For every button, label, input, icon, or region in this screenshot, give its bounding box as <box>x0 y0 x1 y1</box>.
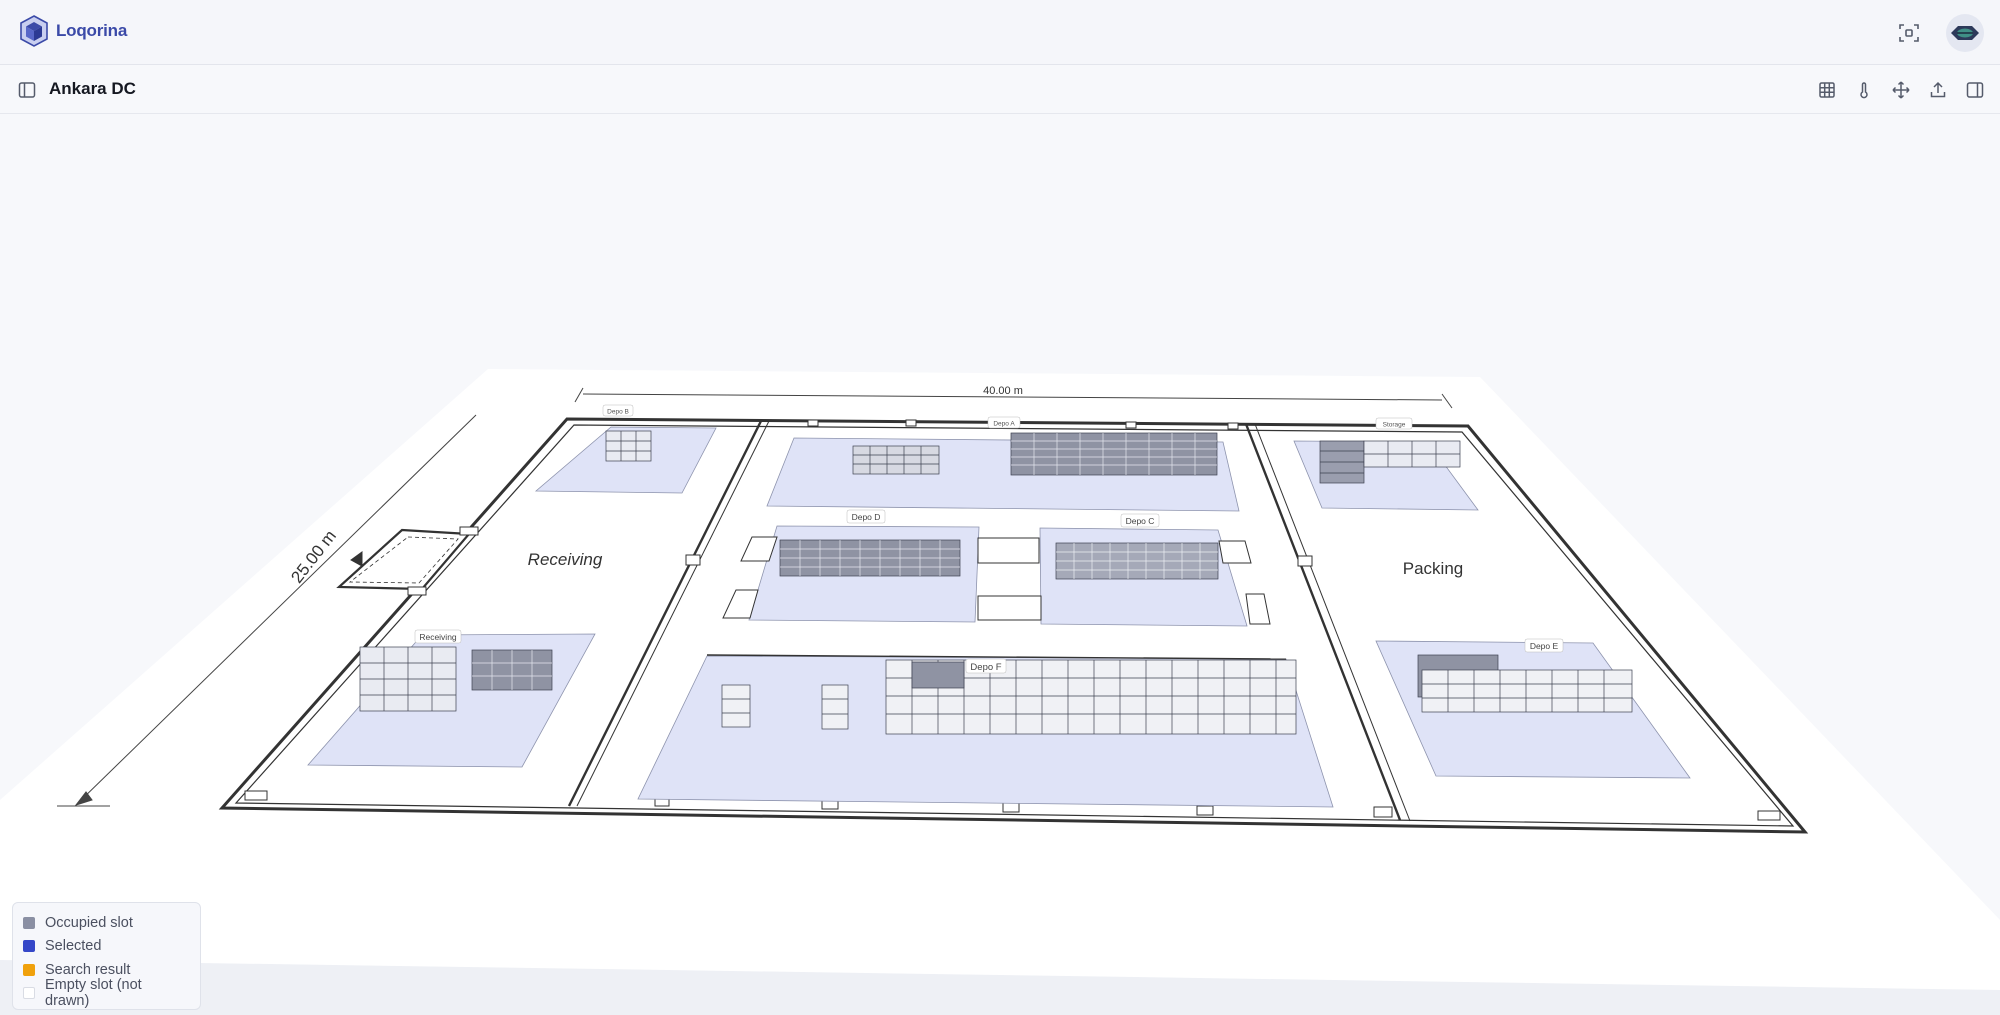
user-avatar-icon <box>1951 26 1979 40</box>
temperature-icon <box>1860 82 1868 99</box>
rack-block-depo-a-left <box>852 445 940 475</box>
zone-tag-depo-d: Depo D <box>852 512 881 522</box>
room-label-receiving: Receiving <box>528 550 603 569</box>
top-actions <box>1892 14 1984 52</box>
zone-tag-depo-c: Depo C <box>1126 516 1155 526</box>
toggle-right-panel-button[interactable] <box>1958 73 1992 107</box>
slot-legend: Occupied slot Selected Search result Emp… <box>12 902 201 1010</box>
toggle-sidebar-button[interactable] <box>10 73 44 107</box>
brand[interactable]: Loqorina <box>18 14 127 48</box>
zone-tag-depo-e: Depo E <box>1530 641 1559 651</box>
grid-view-button[interactable] <box>1810 73 1844 107</box>
zone-tag-depo-b: Depo B <box>607 409 629 416</box>
page-title: Ankara DC <box>49 79 136 98</box>
zone-tag-depo-a: Depo A <box>993 421 1015 428</box>
legend-label: Selected <box>45 938 102 955</box>
legend-label: Search result <box>45 961 131 978</box>
view-actions <box>1810 73 1992 107</box>
legend-swatch-empty <box>23 987 35 1000</box>
rack-block-depo-b <box>605 430 652 462</box>
width-label: 40.00 m <box>983 385 1023 397</box>
scan-frame-icon <box>1899 24 1919 42</box>
user-avatar[interactable] <box>1946 14 1984 52</box>
warehouse-3d-viewport[interactable]: 40.00 m 25.00 m Receiving Packing Depo B… <box>0 115 2000 1015</box>
panel-right-icon <box>1966 82 1984 98</box>
zone-tag-storage: Storage <box>1383 422 1406 429</box>
export-button[interactable] <box>1921 73 1955 107</box>
move-button[interactable] <box>1884 73 1918 107</box>
export-icon <box>1930 81 1946 98</box>
legend-item-selected: Selected <box>23 935 190 959</box>
legend-swatch-selected <box>23 940 35 953</box>
brand-logo-icon <box>20 15 48 47</box>
heatmap-button[interactable] <box>1847 73 1881 107</box>
scan-button[interactable] <box>1892 16 1926 50</box>
legend-item-occupied: Occupied slot <box>23 911 190 935</box>
panel-left-icon <box>18 82 36 98</box>
legend-label: Occupied slot <box>45 914 133 931</box>
floor-plan-canvas[interactable]: 40.00 m 25.00 m Receiving Packing Depo B… <box>0 115 2000 1015</box>
legend-item-empty: Empty slot (not drawn) <box>23 977 190 1009</box>
rack-block-depo-a-right <box>1010 432 1218 476</box>
legend-swatch-occupied <box>23 916 35 929</box>
sub-toolbar: Ankara DC <box>0 66 2000 114</box>
top-bar: Loqorina <box>0 0 2000 65</box>
legend-swatch-search-result <box>23 963 35 976</box>
move-icon <box>1892 81 1910 99</box>
rack-block-depo-d <box>779 539 961 577</box>
room-label-packing: Packing <box>1403 559 1463 578</box>
rack-block-depo-c <box>1055 542 1219 580</box>
legend-label: Empty slot (not drawn) <box>45 977 142 1010</box>
zone-tag-receiving: Receiving <box>419 632 457 642</box>
grid-icon <box>1819 82 1835 98</box>
brand-name: Loqorina <box>56 21 128 40</box>
zone-tag-depo-f: Depo F <box>970 662 1001 673</box>
